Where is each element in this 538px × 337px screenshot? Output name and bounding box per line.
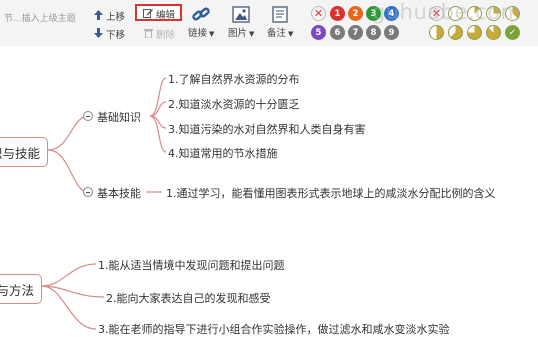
topic-item[interactable]: 3.能在老师的指导下进行小组合作实验操作，做过滤水和咸水变淡水实验 (98, 321, 450, 337)
note-label: 备注 (267, 28, 287, 39)
subtopic-basic-skills[interactable]: 基本技能 (97, 185, 141, 201)
main-topic-process-methods[interactable]: 与方法 (0, 274, 42, 304)
delete-label: 删除 (156, 30, 176, 41)
topic-item[interactable]: 1.通过学习，能看懂用图表形式表示地球上的咸淡水分配比例的含义 (166, 185, 496, 201)
pencil-icon (143, 8, 153, 21)
progress-5-icon[interactable] (448, 25, 463, 40)
progress-8-icon[interactable]: ✓ (505, 25, 520, 40)
main-topic-knowledge-skills[interactable]: 识与技能 (0, 137, 48, 167)
arrow-up-icon (94, 9, 103, 23)
delete-button[interactable]: 删除 (144, 27, 175, 41)
move-up-button[interactable]: 上移 (94, 9, 125, 23)
image-label: 图片 (228, 28, 248, 39)
priority-7-icon[interactable]: 7 (348, 25, 363, 40)
note-button[interactable]: 备注 ▼ (267, 6, 293, 39)
topic-item[interactable]: 2.知道淡水资源的十分匮乏 (168, 96, 300, 112)
toolbar: 节...插入上级主题 上移 下移 编辑 删除 链接 ▼ 图片 ▼ 备注 ▼ ✕ … (0, 0, 538, 46)
insert-parent-topic-label[interactable]: 节...插入上级主题 (4, 11, 76, 24)
priority-9-icon[interactable]: 9 (384, 25, 399, 40)
note-icon (272, 6, 288, 23)
priority-5-icon[interactable]: 5 (311, 25, 326, 40)
topic-item[interactable]: 3.知道污染的水对自然界和人类自身有害 (168, 121, 366, 137)
collapse-toggle-basic-skills[interactable] (83, 187, 93, 197)
edit-button[interactable]: 编辑 (143, 7, 175, 21)
trash-icon (144, 28, 153, 41)
progress-4-icon[interactable] (429, 25, 444, 40)
image-icon (232, 6, 250, 23)
link-icon (192, 7, 210, 21)
main-topic-knowledge-skills-label: 识与技能 (0, 145, 40, 161)
arrow-down-icon (94, 27, 103, 41)
edit-label: 编辑 (156, 10, 176, 21)
link-label: 链接 (188, 28, 208, 39)
topic-item[interactable]: 4.知道常用的节水措施 (168, 145, 278, 161)
topic-item[interactable]: 1.能从适当情境中发现问题和提出问题 (98, 257, 285, 273)
clear-priority-icon[interactable]: ✕ (311, 6, 326, 21)
move-up-label: 上移 (106, 12, 126, 23)
priority-2-icon[interactable]: 2 (348, 6, 363, 21)
mindmap-canvas: 识与技能 基础知识 1.了解自然界水资源的分布 2.知道淡水资源的十分匮乏 3.… (0, 46, 538, 336)
progress-6-icon[interactable] (467, 25, 482, 40)
move-down-label: 下移 (106, 30, 126, 41)
image-button[interactable]: 图片 ▼ (228, 6, 254, 39)
move-down-button[interactable]: 下移 (94, 27, 125, 41)
progress-7-icon[interactable] (486, 25, 501, 40)
topic-item[interactable]: 2.能向大家表达自己的发现和感受 (106, 290, 271, 306)
link-button[interactable]: 链接 ▼ (188, 6, 214, 39)
topic-item[interactable]: 1.了解自然界水资源的分布 (168, 71, 300, 87)
subtopic-basic-knowledge[interactable]: 基础知识 (97, 109, 141, 125)
priority-6-icon[interactable]: 6 (330, 25, 345, 40)
priority-1-icon[interactable]: 1 (330, 6, 345, 21)
watermark: guhuabe.com (372, 0, 522, 24)
priority-8-icon[interactable]: 8 (366, 25, 381, 40)
main-topic-process-methods-label: 与方法 (0, 282, 34, 298)
collapse-toggle-basic-knowledge[interactable] (83, 111, 93, 121)
